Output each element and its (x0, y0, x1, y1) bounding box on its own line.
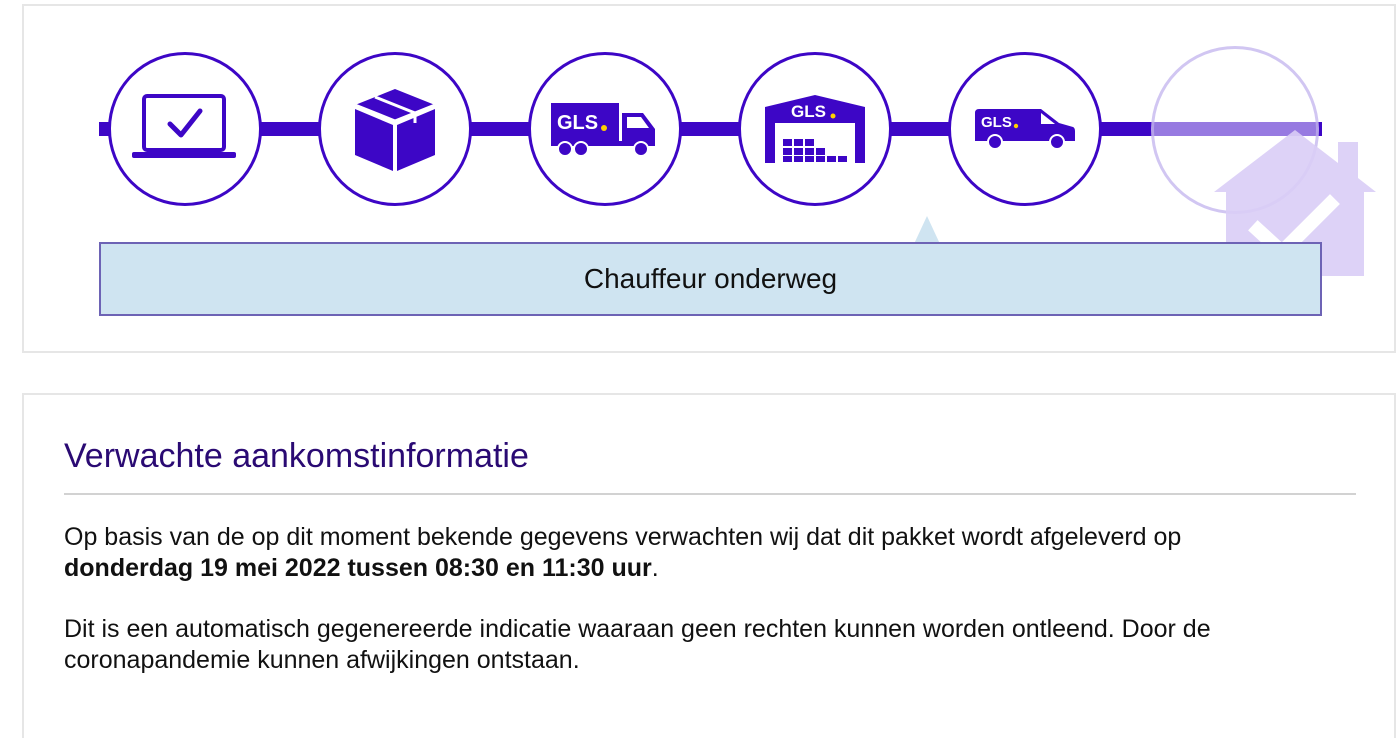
gls-logo-text: GLS (557, 112, 598, 134)
laptop-check-icon (132, 94, 236, 158)
step-order-received (108, 52, 262, 206)
sentence-period: . (651, 554, 659, 582)
step-in-transit: GLS (528, 52, 682, 206)
step-out-for-delivery: GLS (948, 52, 1102, 206)
arrival-info-card: Verwachte aankomstinformatie Op basis va… (22, 393, 1396, 738)
progress-track-line (99, 122, 1322, 136)
gls-van-icon: GLS (975, 109, 1075, 150)
status-label: Chauffeur onderweg (583, 263, 838, 294)
delivery-window: donderdag 19 mei 2022 tussen 08:30 en 11… (64, 554, 652, 582)
svg-text:GLS: GLS (981, 114, 1012, 131)
tracking-progress-card: GLS GLS GLS Chauffeur onderweg (22, 4, 1396, 353)
box-icon (354, 89, 436, 171)
gls-depot-icon: GLS (765, 95, 865, 163)
arrival-intro: Op basis van de op dit moment bekende ge… (64, 523, 1182, 551)
arrival-title: Verwachte aankomstinformatie (64, 437, 529, 475)
gls-truck-icon: GLS (551, 103, 655, 157)
svg-text:GLS: GLS (791, 102, 826, 121)
arrival-estimate-text: Op basis van de op dit moment bekende ge… (64, 522, 1324, 584)
arrival-disclaimer: Dit is een automatisch gegenereerde indi… (64, 615, 1211, 674)
status-pointer (914, 216, 940, 244)
status-banner: Chauffeur onderweg (99, 242, 1322, 316)
step-at-depot: GLS (738, 52, 892, 206)
step-parcel-prepared (318, 52, 472, 206)
title-divider (64, 493, 1356, 495)
